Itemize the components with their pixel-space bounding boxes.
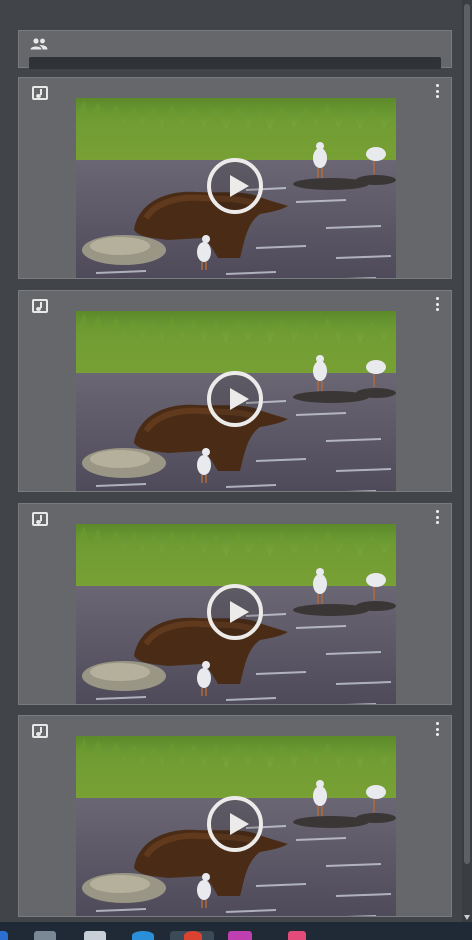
people-icon	[30, 38, 48, 50]
media-panel	[0, 0, 462, 922]
people-input-bar[interactable]	[29, 57, 441, 69]
taskbar-app-icon[interactable]	[34, 931, 56, 940]
play-icon[interactable]	[207, 584, 263, 640]
play-icon[interactable]	[207, 158, 263, 214]
more-vertical-icon[interactable]	[434, 722, 440, 736]
media-card[interactable]	[18, 290, 452, 492]
more-vertical-icon[interactable]	[434, 510, 440, 524]
play-icon[interactable]	[207, 796, 263, 852]
video-thumbnail[interactable]	[76, 736, 396, 916]
video-thumbnail[interactable]	[76, 98, 396, 278]
taskbar-browser-icon[interactable]	[132, 931, 154, 940]
taskbar-app-icon[interactable]	[288, 931, 306, 940]
play-icon[interactable]	[207, 371, 263, 427]
media-card[interactable]	[18, 77, 452, 279]
music-note-icon	[32, 724, 48, 738]
scrollbar-thumb[interactable]	[464, 4, 470, 864]
taskbar-start-icon[interactable]	[0, 931, 8, 940]
scrollbar[interactable]	[462, 0, 472, 922]
taskbar-app-icon[interactable]	[228, 931, 252, 940]
taskbar	[0, 922, 472, 940]
more-vertical-icon[interactable]	[434, 297, 440, 311]
people-card[interactable]	[18, 30, 452, 69]
media-card[interactable]	[18, 503, 452, 705]
scroll-down-arrow-icon[interactable]	[464, 915, 470, 920]
music-note-icon	[32, 299, 48, 313]
video-thumbnail[interactable]	[76, 311, 396, 491]
music-note-icon	[32, 512, 48, 526]
taskbar-app-icon[interactable]	[84, 931, 106, 940]
music-note-icon	[32, 86, 48, 100]
taskbar-app-icon[interactable]	[184, 931, 202, 940]
media-card[interactable]	[18, 715, 452, 917]
more-vertical-icon[interactable]	[434, 84, 440, 98]
video-thumbnail[interactable]	[76, 524, 396, 704]
